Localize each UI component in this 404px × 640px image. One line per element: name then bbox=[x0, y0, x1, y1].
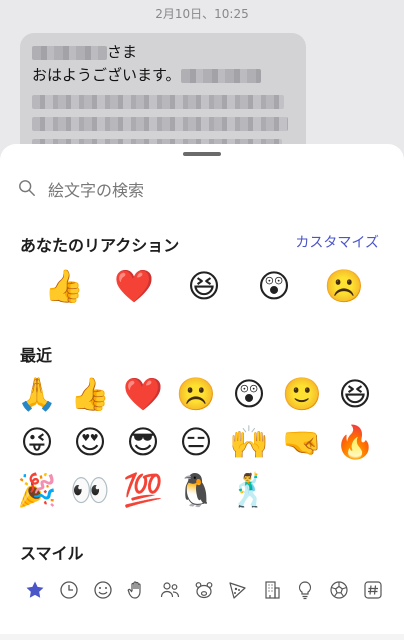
greeting-line: さま bbox=[32, 41, 294, 64]
recent-emoji[interactable]: 👍 bbox=[70, 374, 110, 414]
message-line: おはようございます。 bbox=[32, 64, 294, 87]
category-food-icon[interactable] bbox=[227, 579, 249, 601]
recent-emoji[interactable]: ❤️ bbox=[123, 374, 163, 414]
redacted-line bbox=[32, 117, 288, 131]
reaction-row: 👍 ❤️ 😆 😲 ☹️ bbox=[44, 266, 364, 306]
emoji-picker-sheet: あなたのリアクション カスタマイズ 👍 ❤️ 😆 😲 ☹️ 最近 🙏 👍 ❤️ … bbox=[0, 144, 404, 640]
recent-title: 最近 bbox=[20, 346, 53, 365]
emoji-search-bar[interactable] bbox=[18, 176, 386, 204]
recent-emoji[interactable]: 💯 bbox=[123, 470, 163, 510]
recent-emoji[interactable]: 😲 bbox=[229, 374, 269, 414]
category-people-icon[interactable] bbox=[159, 579, 181, 601]
recent-emoji[interactable]: 👀 bbox=[70, 470, 110, 510]
recent-emoji[interactable]: 🐧 bbox=[176, 470, 216, 510]
redacted-name bbox=[32, 45, 107, 60]
category-ball-icon[interactable] bbox=[328, 579, 350, 601]
greeting-suffix: さま bbox=[107, 43, 138, 61]
reaction-emoji[interactable]: 😆 bbox=[184, 266, 224, 306]
category-star-icon[interactable] bbox=[24, 579, 46, 601]
recent-emoji[interactable]: 😎 bbox=[123, 422, 163, 462]
category-hash-icon[interactable] bbox=[362, 579, 384, 601]
sheet-grabber[interactable] bbox=[183, 152, 221, 156]
recent-emoji[interactable]: 🔥 bbox=[335, 422, 375, 462]
category-hand-icon[interactable] bbox=[125, 579, 147, 601]
sheet-bottom-edge bbox=[0, 634, 404, 640]
reaction-emoji[interactable]: 👍 bbox=[44, 266, 84, 306]
emoji-search-input[interactable] bbox=[48, 180, 348, 200]
redacted-text bbox=[180, 68, 261, 83]
category-clock-icon[interactable] bbox=[58, 579, 80, 601]
emoji-category-bar bbox=[24, 578, 384, 602]
reaction-emoji[interactable]: 😲 bbox=[254, 266, 294, 306]
reactions-title: あなたのリアクション bbox=[20, 236, 180, 255]
category-lightbulb-icon[interactable] bbox=[294, 579, 316, 601]
message-text: おはようございます。 bbox=[32, 66, 181, 84]
recent-emoji[interactable]: 🙌 bbox=[229, 422, 269, 462]
message-timestamp: 2月10日、10:25 bbox=[155, 7, 249, 21]
reaction-emoji[interactable]: ❤️ bbox=[114, 266, 154, 306]
category-animal-icon[interactable] bbox=[193, 579, 215, 601]
category-smiley-icon[interactable] bbox=[92, 579, 114, 601]
recent-emoji[interactable]: 🕺 bbox=[229, 470, 269, 510]
redacted-line bbox=[32, 95, 284, 109]
recent-emoji[interactable]: 🙏 bbox=[17, 374, 57, 414]
recent-emoji-grid: 🙏 👍 ❤️ ☹️ 😲 🙂 😆 😜 😍 😎 😑 🙌 🤜 🔥 🎉 👀 💯 🐧 🕺 bbox=[17, 374, 387, 510]
recent-emoji[interactable]: 🎉 bbox=[17, 470, 57, 510]
search-icon bbox=[18, 179, 36, 201]
recent-emoji[interactable]: 😆 bbox=[335, 374, 375, 414]
recent-emoji[interactable]: 😍 bbox=[70, 422, 110, 462]
reaction-emoji[interactable]: ☹️ bbox=[324, 266, 364, 306]
customize-button[interactable]: カスタマイズ bbox=[295, 232, 379, 252]
category-building-icon[interactable] bbox=[261, 579, 283, 601]
recent-emoji[interactable]: 😑 bbox=[176, 422, 216, 462]
message-bubble: さま おはようございます。 bbox=[20, 33, 306, 158]
recent-emoji[interactable]: ☹️ bbox=[176, 374, 216, 414]
recent-emoji[interactable]: 😜 bbox=[17, 422, 57, 462]
recent-emoji[interactable]: 🤜 bbox=[282, 422, 322, 462]
recent-emoji[interactable]: 🙂 bbox=[282, 374, 322, 414]
smile-title: スマイル bbox=[20, 544, 84, 563]
